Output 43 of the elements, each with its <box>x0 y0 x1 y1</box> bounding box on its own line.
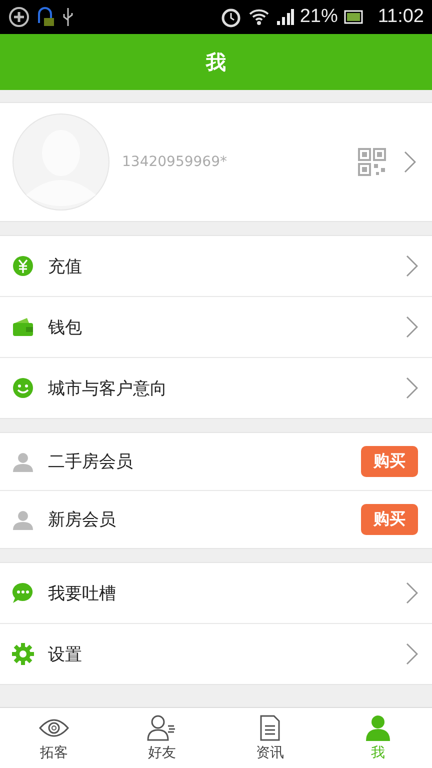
menu-label: 二手房会员 <box>48 451 133 473</box>
add-circle-icon <box>8 6 30 28</box>
menu-row[interactable]: 钱包 <box>0 297 432 358</box>
person-list-icon <box>147 714 177 740</box>
phone-number: 13420959969* <box>122 154 227 170</box>
menu-row[interactable]: 城市与客户意向 <box>0 358 432 418</box>
wifi-icon <box>248 7 270 27</box>
chevron-right-icon <box>406 582 418 604</box>
yuan-icon <box>12 255 34 277</box>
battery-icon <box>344 10 364 24</box>
chevron-right-icon <box>404 151 416 173</box>
page-title: 我 <box>206 48 226 76</box>
clock-time: 11:02 <box>378 6 424 28</box>
alarm-clock-icon <box>220 6 242 28</box>
chevron-right-icon <box>406 316 418 338</box>
chevron-right-icon <box>406 377 418 399</box>
wallet-icon <box>12 316 34 338</box>
person-icon <box>12 450 34 472</box>
smiley-icon <box>12 377 34 399</box>
usb-icon <box>62 6 74 28</box>
menu-label: 城市与客户意向 <box>48 378 167 400</box>
chevron-right-icon <box>406 255 418 277</box>
qr-code-icon[interactable] <box>358 148 386 176</box>
menu-row[interactable]: 充值 <box>0 236 432 297</box>
menu-label: 钱包 <box>48 316 82 338</box>
menu-label: 我要吐槽 <box>48 582 116 604</box>
tab[interactable]: 拓客 <box>0 708 108 768</box>
chevron-right-icon <box>406 643 418 665</box>
menu-label: 设置 <box>48 644 82 666</box>
menu-row[interactable]: 设置 <box>0 624 432 684</box>
tab[interactable]: 好友 <box>108 708 216 768</box>
person-icon <box>12 508 34 530</box>
menu-label: 充值 <box>48 256 82 278</box>
settings-icon <box>12 643 34 665</box>
battery-percent: 21% <box>300 6 338 28</box>
tab[interactable]: 资讯 <box>216 708 324 768</box>
menu-label: 新房会员 <box>48 509 116 531</box>
menu-row[interactable]: 我要吐槽 <box>0 563 432 624</box>
signal-icon <box>276 8 294 26</box>
menu-row[interactable]: 二手房会员 购买 <box>0 433 432 491</box>
person-icon <box>363 714 393 740</box>
menu-row[interactable]: 新房会员 购买 <box>0 491 432 548</box>
avatar-icon <box>12 113 110 211</box>
